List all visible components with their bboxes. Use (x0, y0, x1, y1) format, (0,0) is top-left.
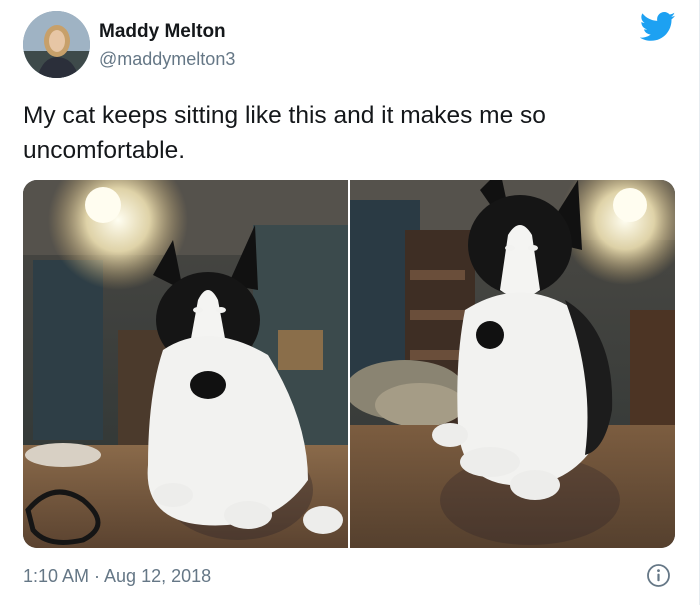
tweet-photo-left[interactable] (23, 180, 348, 548)
author-name[interactable]: Maddy Melton (99, 21, 226, 43)
author-handle[interactable]: @maddymelton3 (99, 49, 235, 70)
photo-grid (23, 180, 675, 548)
info-icon[interactable] (646, 563, 671, 588)
tweet-text: My cat keeps sitting like this and it ma… (23, 102, 546, 164)
twitter-bird-icon[interactable] (639, 12, 676, 42)
tweet-photo-right[interactable] (350, 180, 675, 548)
avatar[interactable] (23, 11, 90, 78)
tweet-card[interactable]: Maddy Melton @maddymelton3 My cat keeps … (0, 0, 700, 605)
tweet-timestamp[interactable]: 1:10 AM · Aug 12, 2018 (23, 566, 211, 587)
